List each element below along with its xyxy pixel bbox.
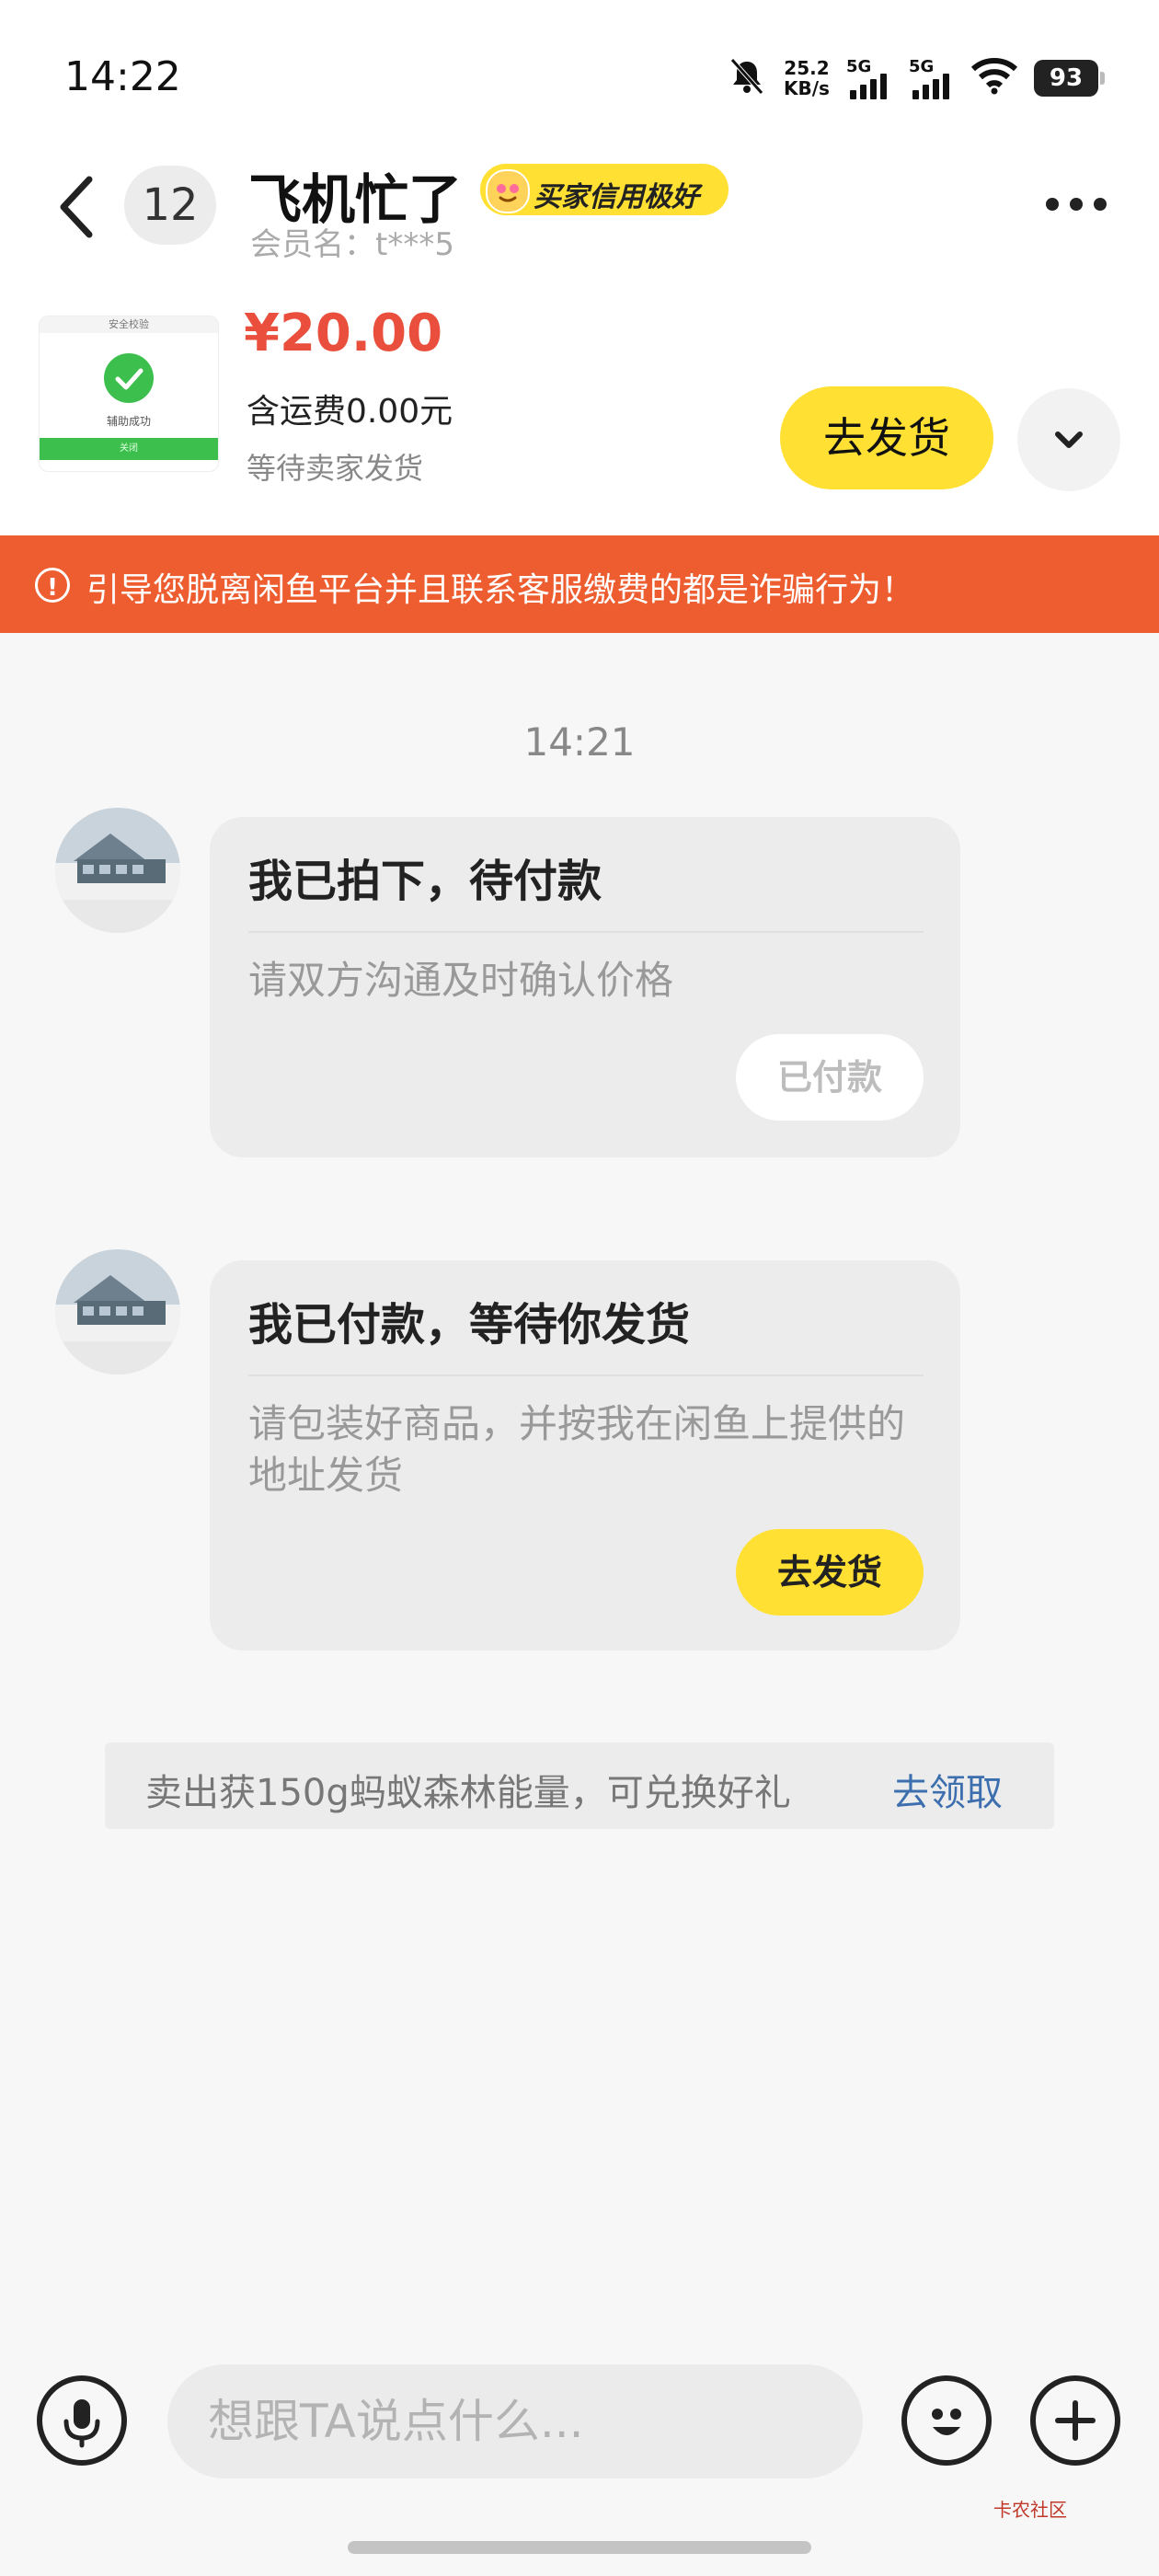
notice-text: 卖出获150g蚂蚁森林能量，可兑换好礼 xyxy=(145,1772,791,1814)
signal-icon: 5G xyxy=(909,57,955,99)
paid-button[interactable]: 已付款 xyxy=(736,1034,924,1121)
card-description: 请包装好商品，并按我在闲鱼上提供的地址发货 xyxy=(248,1401,906,1498)
credit-badge[interactable]: 买家信用极好 xyxy=(480,164,729,215)
emoji-icon xyxy=(932,2409,961,2435)
input-bar: 卡农社区 xyxy=(0,2337,1159,2576)
member-name: 会员名：t***5 xyxy=(250,226,454,263)
plus-icon xyxy=(1055,2400,1096,2441)
product-price: ¥20.00 xyxy=(244,304,443,363)
chevron-down-icon xyxy=(1055,431,1083,448)
thumb-subtitle: 辅助成功 xyxy=(106,415,151,428)
claim-link[interactable]: 去领取 xyxy=(892,1763,1003,1816)
wifi-icon xyxy=(970,58,1017,98)
order-status: 等待卖家发货 xyxy=(247,451,424,486)
emoji-button[interactable] xyxy=(901,2375,992,2466)
status-icons: 25.2 KB/s 5G 5G 93 xyxy=(727,51,1105,106)
ship-button[interactable]: 去发货 xyxy=(780,386,993,489)
order-message-card: 我已付款，等待你发货 请包装好商品，并按我在闲鱼上提供的地址发货 去发货 xyxy=(210,1260,960,1650)
expand-button[interactable] xyxy=(1017,388,1120,491)
check-icon xyxy=(104,353,154,403)
card-title: 我已付款，等待你发货 xyxy=(248,1299,691,1351)
product-thumbnail[interactable]: 安全校验 辅助成功 关闭 xyxy=(39,316,219,472)
battery-icon: 93 xyxy=(1033,60,1105,97)
thumb-button: 关闭 xyxy=(40,438,218,460)
back-arrow-icon[interactable] xyxy=(51,170,106,244)
thumb-header: 安全校验 xyxy=(40,316,218,333)
avatar[interactable] xyxy=(55,808,180,933)
net-speed-value: 25.2 xyxy=(784,57,830,79)
status-time: 14:22 xyxy=(64,53,181,100)
divider xyxy=(248,1374,924,1376)
emoji-face-icon xyxy=(486,169,530,213)
avatar[interactable] xyxy=(55,1249,180,1374)
reward-notice: 卖出获150g蚂蚁森林能量，可兑换好礼 去领取 xyxy=(105,1742,1054,1829)
microphone-icon xyxy=(63,2399,100,2448)
credit-badge-label: 买家信用极好 xyxy=(534,181,699,213)
watermark-logo: 卡农社区 xyxy=(993,2499,1067,2521)
divider xyxy=(248,931,924,933)
fraud-warning-banner: ! 引导您脱离闲鱼平台并且联系客服缴费的都是诈骗行为！ xyxy=(0,535,1159,633)
net-speed-unit: KB/s xyxy=(784,77,830,99)
voice-button[interactable] xyxy=(37,2375,127,2466)
net-speed: 25.2 KB/s xyxy=(784,58,830,98)
chat-timestamp: 14:21 xyxy=(523,719,636,765)
warning-text: 引导您脱离闲鱼平台并且联系客服缴费的都是诈骗行为！ xyxy=(86,571,915,609)
signal-icon: 5G xyxy=(846,57,892,99)
plus-button[interactable] xyxy=(1030,2375,1120,2466)
warning-icon: ! xyxy=(35,568,70,603)
order-message-card: 我已拍下，待付款 请双方沟通及时确认价格 已付款 xyxy=(210,817,960,1157)
header-area: 14:22 25.2 KB/s 5G 5G 93 12 飞机忙了 买家信用极好 … xyxy=(0,0,1159,535)
unread-count-badge[interactable]: 12 xyxy=(124,166,216,245)
shipping-fee: 含运费0.00元 xyxy=(247,393,453,431)
home-indicator[interactable] xyxy=(348,2541,811,2554)
ship-button[interactable]: 去发货 xyxy=(736,1529,924,1616)
message-input[interactable] xyxy=(167,2364,863,2478)
bell-muted-icon xyxy=(727,56,767,100)
card-title: 我已拍下，待付款 xyxy=(248,856,602,907)
card-description: 请双方沟通及时确认价格 xyxy=(248,958,674,1003)
more-icon[interactable] xyxy=(1039,186,1113,223)
